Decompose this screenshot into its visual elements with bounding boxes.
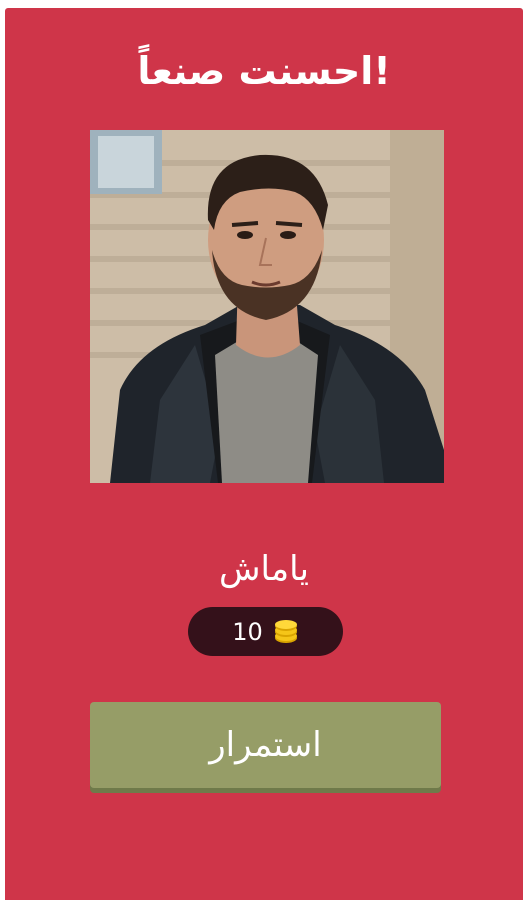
continue-button[interactable]: استمرار [90, 702, 441, 788]
reward-amount: 10 [232, 617, 263, 646]
answer-text: ياماش [219, 549, 309, 589]
reward-badge: 10 [188, 607, 343, 656]
character-photo [90, 130, 444, 483]
coins-icon [274, 619, 297, 643]
success-title: !احسنت صنعاً [137, 49, 391, 93]
result-dialog: !احسنت صنعاً ياماش 10 استمرار [5, 8, 523, 900]
